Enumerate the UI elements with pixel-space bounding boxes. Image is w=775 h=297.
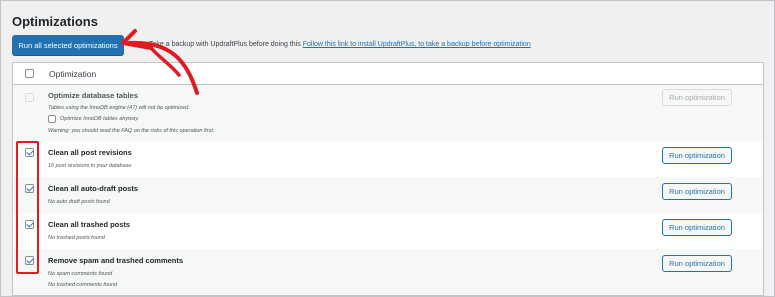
backup-text: Take a backup with UpdraftPlus before do… — [149, 41, 301, 48]
run-optimization-button[interactable]: Run optimization — [662, 89, 732, 106]
table-row: Clean all post revisions 16 post revisio… — [13, 141, 763, 177]
row-title: Optimize database tables — [48, 91, 139, 100]
row-title: Clean all auto-draft posts — [48, 184, 139, 193]
backup-link[interactable]: Follow this link to install UpdraftPlus,… — [303, 41, 531, 48]
row-checkbox[interactable] — [25, 93, 34, 102]
row-title: Clean all post revisions — [48, 148, 132, 157]
row-note: No trashed posts found — [48, 235, 105, 241]
row-note: No trashed comments found — [48, 282, 118, 288]
table-row: Clean all trashed posts No trashed posts… — [13, 213, 763, 249]
row-note: Tables using the InnoDB engine (47) will… — [48, 105, 190, 111]
row-note: No spam comments found — [48, 271, 113, 277]
row-note: No auto draft posts found — [48, 199, 110, 205]
annotation-highlight-box — [16, 141, 39, 274]
faq-warning-link[interactable]: Warning: you should read the FAQ on the … — [48, 128, 214, 134]
backup-note: Take a backup with UpdraftPlus before do… — [149, 41, 531, 48]
optimization-column-header: Optimization — [49, 69, 97, 79]
row-title: Remove spam and trashed comments — [48, 256, 184, 265]
run-optimization-button[interactable]: Run optimization — [662, 183, 732, 200]
row-note: 16 post revisions in your database — [48, 163, 132, 169]
innodb-checkbox[interactable] — [48, 115, 56, 123]
run-optimization-button[interactable]: Run optimization — [662, 219, 732, 236]
table-row: Remove spam and trashed comments No spam… — [13, 249, 763, 295]
run-optimization-button[interactable]: Run optimization — [662, 255, 732, 272]
run-all-selected-button[interactable]: Run all selected optimizations — [12, 35, 124, 55]
innodb-checkbox-label: Optimize InnoDB tables anyway. — [60, 116, 140, 122]
row-title: Clean all trashed posts — [48, 220, 131, 229]
select-all-checkbox[interactable] — [25, 69, 34, 78]
page-title: Optimizations — [12, 14, 98, 29]
optimizations-panel: Optimizations Run all selected optimizat… — [0, 0, 775, 297]
table-header: Optimization — [13, 63, 763, 85]
table-row: Clean all auto-draft posts No auto draft… — [13, 177, 763, 213]
run-optimization-button[interactable]: Run optimization — [662, 147, 732, 164]
table-row: Optimize database tables Tables using th… — [13, 85, 763, 141]
optimizations-table: Optimization Optimize database tables Ta… — [12, 62, 764, 296]
